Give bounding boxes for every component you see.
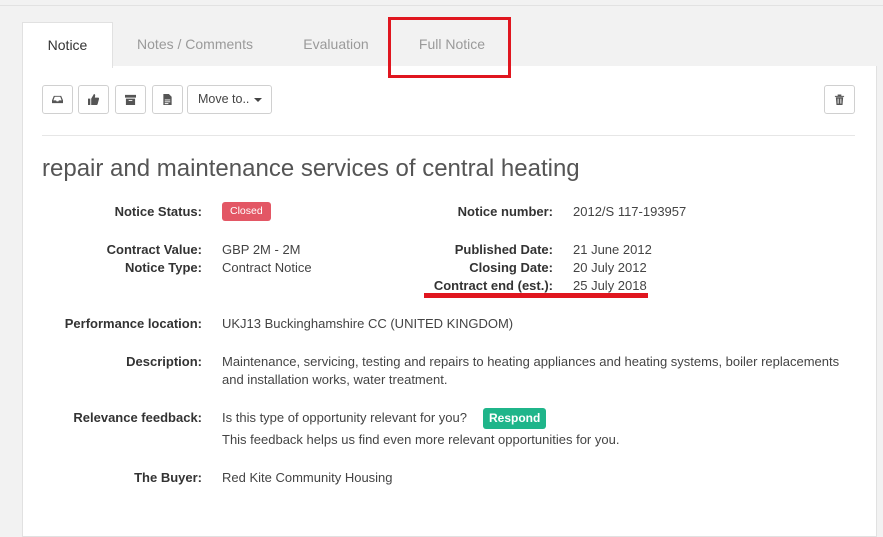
archive-icon	[125, 94, 136, 105]
description-value: Maintenance, servicing, testing and repa…	[222, 354, 840, 387]
tab-notice[interactable]: Notice	[22, 22, 113, 68]
contract-value-label: Contract Value:	[106, 242, 202, 257]
page-title: repair and maintenance services of centr…	[42, 155, 580, 182]
closing-date-value: 20 July 2012	[573, 260, 647, 275]
inbox-icon	[52, 95, 63, 104]
contract-end-value: 25 July 2018	[573, 278, 647, 293]
tab-evaluation[interactable]: Evaluation	[284, 22, 388, 66]
annotation-box-full-notice	[388, 17, 511, 78]
notice-number-label: Notice number:	[457, 204, 553, 219]
trash-icon	[834, 94, 845, 105]
published-date-label: Published Date:	[454, 242, 553, 257]
description-label: Description:	[126, 354, 202, 369]
annotation-underline	[424, 293, 648, 298]
notice-panel	[22, 66, 877, 537]
delete-button[interactable]	[824, 85, 855, 114]
move-to-dropdown[interactable]: Move to..	[187, 85, 272, 114]
published-date-value: 21 June 2012	[573, 242, 652, 257]
thumbs-up-button[interactable]	[78, 85, 109, 114]
relevance-feedback-label: Relevance feedback:	[73, 410, 202, 425]
inbox-button[interactable]	[42, 85, 73, 114]
buyer-label: The Buyer:	[134, 470, 202, 485]
relevance-question: Is this type of opportunity relevant for…	[222, 410, 467, 425]
respond-button[interactable]: Respond	[483, 408, 547, 429]
notice-number-value: 2012/S 117-193957	[573, 204, 687, 219]
relevance-note: This feedback helps us find even more re…	[222, 432, 620, 447]
archive-button[interactable]	[115, 85, 146, 114]
closing-date-label: Closing Date:	[469, 260, 553, 275]
status-badge: Closed	[222, 202, 271, 221]
notice-status-label: Notice Status:	[114, 204, 202, 219]
top-bar	[0, 0, 883, 6]
move-to-label: Move to..	[198, 92, 250, 106]
contract-value: GBP 2M - 2M	[222, 242, 301, 257]
divider	[42, 135, 855, 136]
performance-location-value: UKJ13 Buckinghamshire CC (UNITED KINGDOM…	[222, 316, 514, 331]
caret-down-icon	[254, 98, 262, 102]
thumbs-up-icon	[88, 94, 99, 105]
notice-type-label: Notice Type:	[124, 260, 202, 275]
document-button[interactable]	[152, 85, 183, 114]
contract-end-label: Contract end (est.):	[433, 278, 553, 293]
notice-type-value: Contract Notice	[222, 260, 312, 275]
buyer-value: Red Kite Community Housing	[222, 470, 393, 485]
tab-notes-comments[interactable]: Notes / Comments	[122, 22, 268, 66]
performance-location-label: Performance location:	[64, 316, 202, 331]
document-icon	[163, 94, 172, 105]
